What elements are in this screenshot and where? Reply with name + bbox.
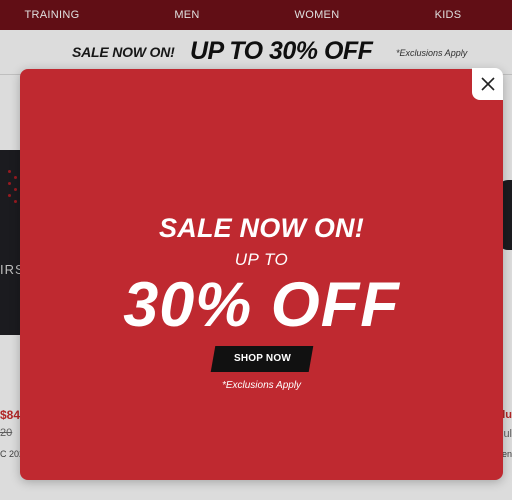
modal-discount: 30% OFF <box>123 270 400 340</box>
shop-now-button[interactable]: SHOP NOW <box>210 346 314 372</box>
modal-exclusions: *Exclusions Apply <box>221 380 302 391</box>
close-modal-button[interactable] <box>472 68 503 100</box>
close-icon <box>480 77 495 91</box>
modal-headline: SALE NOW ON! <box>159 213 364 243</box>
sale-modal: SALE NOW ON! UP TO 30% OFF SHOP NOW *Exc… <box>20 69 503 480</box>
shop-now-label: SHOP NOW <box>233 353 291 364</box>
modal-up-to: UP TO <box>234 250 289 269</box>
